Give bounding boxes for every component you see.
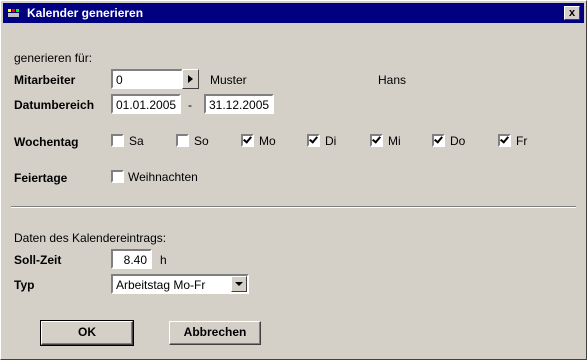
mitarbeiter-firstname: Hans [378,73,407,87]
section-heading-generate: generieren für: [14,51,93,65]
weekday-checkbox-mi[interactable] [370,134,383,147]
mitarbeiter-input[interactable]: 0 [111,69,183,89]
title-bar[interactable]: Kalender generieren x [3,3,584,23]
ok-button[interactable]: OK [40,320,134,346]
date-separator: - [188,98,192,112]
mitarbeiter-lastname: Muster [210,73,247,87]
close-icon: x [568,7,576,19]
weekday-label-mo: Mo [259,134,276,148]
weekday-checkbox-do[interactable] [432,134,445,147]
dialog-window: Kalender generieren x generieren für: Mi… [0,0,587,360]
app-icon [7,7,21,19]
arrow-right-icon [188,75,193,83]
close-button[interactable]: x [564,6,580,20]
sollzeit-label: Soll-Zeit [14,253,62,267]
weihnachten-label: Weihnachten [128,170,198,184]
chevron-down-icon [235,282,243,286]
weekday-label-sa: Sa [129,134,144,148]
weekday-label-mi: Mi [388,134,401,148]
weekday-label-di: Di [325,134,337,148]
sollzeit-input[interactable]: 8.40 [111,249,152,269]
mitarbeiter-lookup-button[interactable] [182,69,199,89]
mitarbeiter-label: Mitarbeiter [14,73,76,87]
wochentag-label: Wochentag [14,135,79,149]
weihnachten-checkbox[interactable] [111,170,124,183]
date-to-input[interactable]: 31.12.2005 [204,94,274,114]
weekday-checkbox-sa[interactable] [111,134,124,147]
weekday-checkbox-so[interactable] [176,134,189,147]
weekday-checkbox-fr[interactable] [498,134,511,147]
date-from-input[interactable]: 01.01.2005 [111,94,181,114]
typ-select-value: Arbeitstag Mo-Fr [116,278,206,292]
typ-label: Typ [14,278,35,292]
feiertage-label: Feiertage [14,171,68,185]
cancel-button[interactable]: Abbrechen [169,321,261,345]
dropdown-button[interactable] [231,276,247,292]
separator [11,206,576,208]
window-title: Kalender generieren [27,6,144,20]
weekday-label-fr: Fr [516,134,528,148]
sollzeit-unit: h [160,253,167,267]
weekday-label-do: Do [450,134,466,148]
weekday-label-so: So [194,134,209,148]
datumbereich-label: Datumbereich [14,98,95,112]
weekday-checkbox-di[interactable] [307,134,320,147]
typ-select[interactable]: Arbeitstag Mo-Fr [111,274,249,294]
weekday-checkbox-mo[interactable] [241,134,254,147]
section-heading-entry: Daten des Kalendereintrags: [14,231,167,245]
